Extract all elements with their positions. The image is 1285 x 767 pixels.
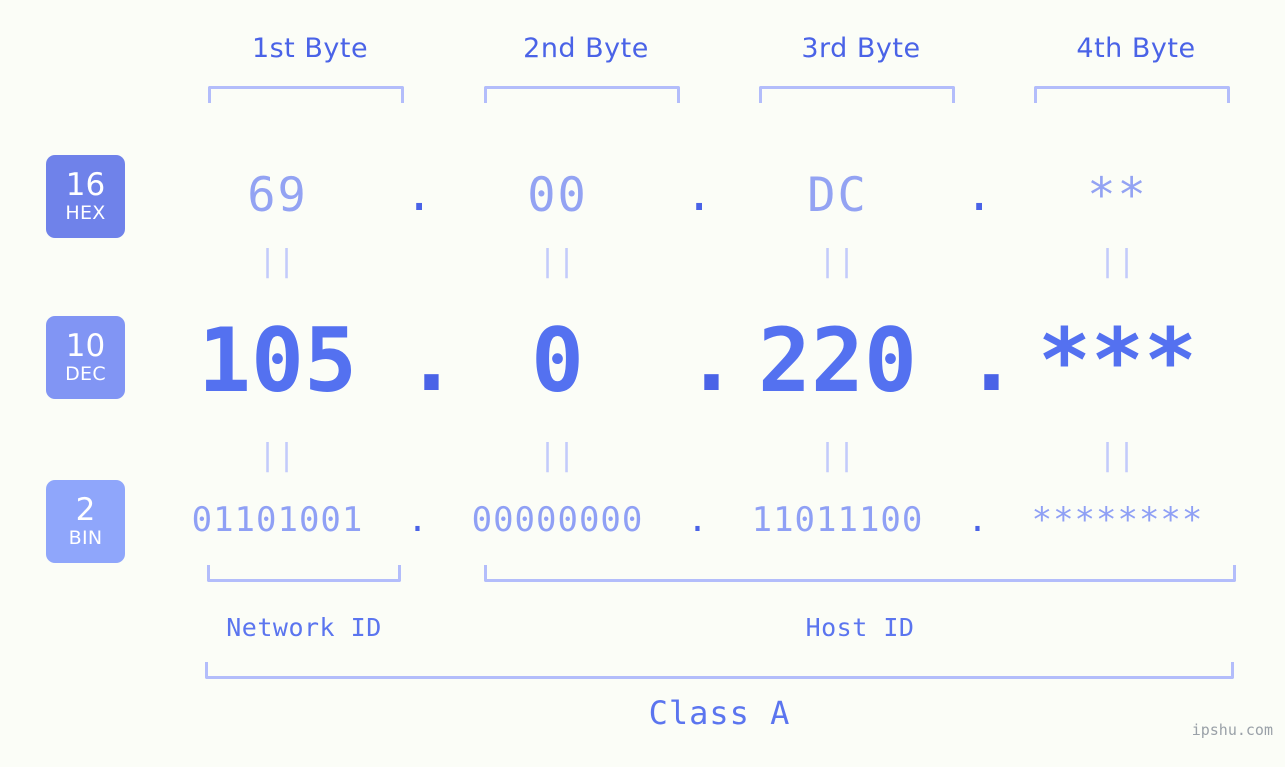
hex-separator-1: . [405, 166, 434, 222]
equals-mark-5: || [258, 438, 297, 473]
equals-mark-2: || [538, 244, 577, 279]
base-badge-bin-number: 2 [75, 492, 96, 528]
host-id-bracket [484, 565, 1236, 582]
base-badge-hex-name: HEX [65, 202, 106, 224]
hex-separator-2: . [685, 166, 714, 222]
equals-mark-1: || [258, 244, 297, 279]
dec-byte-3: 220 [758, 308, 917, 412]
hex-byte-3: DC [807, 167, 868, 223]
ip-address-breakdown-diagram: 1st Byte 2nd Byte 3rd Byte 4th Byte 16 H… [0, 0, 1285, 767]
dec-byte-1: 105 [198, 308, 357, 412]
byte-bracket-4 [1034, 86, 1230, 103]
bin-separator-3: . [967, 499, 988, 540]
base-badge-dec-name: DEC [65, 363, 106, 385]
equals-gap-5 [685, 438, 710, 473]
equals-gap-4 [405, 438, 430, 473]
base-badge-bin-name: BIN [68, 527, 103, 549]
host-id-label: Host ID [805, 613, 915, 642]
byte-header-1: 1st Byte [251, 33, 369, 64]
byte-header-4: 4th Byte [1076, 33, 1196, 64]
dec-byte-2: 0 [531, 308, 584, 412]
hex-byte-2: 00 [527, 167, 588, 223]
bin-byte-2: 00000000 [471, 500, 644, 540]
dec-separator-3: . [965, 307, 1018, 411]
base-badge-hex-number: 16 [65, 167, 106, 203]
equals-mark-4: || [1098, 244, 1137, 279]
bin-byte-1: 01101001 [191, 500, 364, 540]
equals-gap-2 [685, 244, 710, 279]
equals-gap-6 [965, 438, 990, 473]
bin-separator-2: . [687, 499, 708, 540]
hex-separator-3: . [965, 166, 994, 222]
byte-bracket-2 [484, 86, 680, 103]
base-badge-bin: 2 BIN [46, 480, 125, 563]
bin-separator-1: . [407, 499, 428, 540]
network-id-label: Network ID [226, 613, 382, 642]
hex-value-row: 69 . 00 . DC . ** [150, 150, 1270, 240]
dec-byte-4: *** [1038, 308, 1197, 412]
equals-marks-dec-bin: || || || || [150, 438, 1270, 473]
watermark: ipshu.com [1191, 721, 1273, 739]
bin-value-row: 01101001 . 00000000 . 11011100 . *******… [150, 490, 1270, 550]
equals-gap-3 [965, 244, 990, 279]
bin-byte-3: 11011100 [751, 500, 924, 540]
equals-mark-6: || [538, 438, 577, 473]
bin-byte-4: ******** [1031, 500, 1204, 540]
equals-marks-hex-dec: || || || || [150, 244, 1270, 279]
byte-header-3: 3rd Byte [801, 33, 921, 64]
byte-header-2: 2nd Byte [523, 33, 649, 64]
base-badge-dec-number: 10 [65, 328, 106, 364]
hex-byte-1: 69 [247, 167, 308, 223]
network-id-bracket [207, 565, 401, 582]
equals-mark-7: || [818, 438, 857, 473]
equals-mark-3: || [818, 244, 857, 279]
byte-bracket-1 [208, 86, 404, 103]
dec-separator-2: . [685, 307, 738, 411]
dec-separator-1: . [405, 307, 458, 411]
equals-mark-8: || [1098, 438, 1137, 473]
base-badge-dec: 10 DEC [46, 316, 125, 399]
class-bracket [205, 662, 1234, 679]
equals-gap-1 [405, 244, 430, 279]
dec-value-row: 105 . 0 . 220 . *** [150, 300, 1270, 420]
class-label: Class A [648, 694, 791, 732]
base-badge-hex: 16 HEX [46, 155, 125, 238]
hex-byte-4: ** [1087, 167, 1148, 223]
byte-bracket-3 [759, 86, 955, 103]
